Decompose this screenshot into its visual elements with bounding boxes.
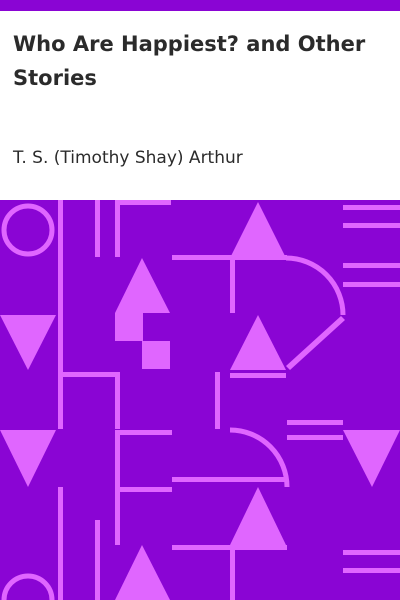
book-author: T. S. (Timothy Shay) Arthur xyxy=(13,148,243,168)
pattern-stripe xyxy=(343,568,400,573)
pattern-bar xyxy=(58,315,63,372)
pattern-bar xyxy=(58,372,63,429)
pattern-stripe xyxy=(343,550,400,555)
pattern-bar xyxy=(172,477,287,482)
pattern-bar xyxy=(58,372,115,377)
cover-pattern xyxy=(0,200,400,600)
pattern-bar xyxy=(58,200,63,315)
pattern-square xyxy=(142,341,170,369)
pattern-bar xyxy=(115,200,171,205)
pattern-bar xyxy=(115,430,172,435)
pattern-stripe xyxy=(287,435,343,440)
pattern-bar xyxy=(58,487,63,600)
pattern-stripe xyxy=(343,223,400,228)
pattern-bar xyxy=(115,487,172,492)
pattern-bar xyxy=(95,200,100,257)
pattern-stripe xyxy=(343,205,400,210)
pattern-bar xyxy=(95,520,100,600)
cover-top-bar xyxy=(0,0,400,11)
pattern-bar xyxy=(230,373,286,378)
pattern-square xyxy=(115,313,143,341)
pattern-stripe xyxy=(343,263,400,268)
pattern-stripe xyxy=(287,420,343,425)
pattern-bar xyxy=(230,545,235,600)
pattern-bar xyxy=(115,200,120,257)
pattern-bar xyxy=(172,255,287,260)
pattern-stripe xyxy=(343,282,400,287)
pattern-bar xyxy=(215,372,220,429)
pattern-bar xyxy=(172,545,287,550)
book-title: Who Are Happiest? and Other Stories xyxy=(13,32,366,90)
book-cover: Who Are Happiest? and Other Stories T. S… xyxy=(0,0,400,600)
pattern-bar xyxy=(115,372,120,429)
pattern-bar xyxy=(230,255,235,313)
